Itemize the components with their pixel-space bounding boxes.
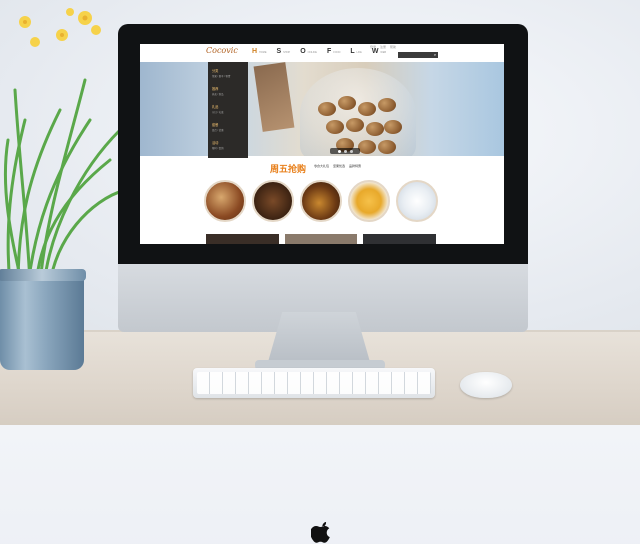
category-title: 套餐 <box>212 123 219 127</box>
hero-dot[interactable] <box>343 149 347 153</box>
nav-s-sub: SHOP <box>283 51 291 54</box>
walnut <box>366 122 384 136</box>
walnut <box>318 102 336 116</box>
hero-pagination <box>330 148 360 154</box>
hero-dot[interactable] <box>349 149 353 153</box>
walnut <box>338 96 356 110</box>
category-title: 活动 <box>212 141 219 145</box>
section-tags: 零食大礼包 坚果优选 品牌特惠 <box>314 164 361 168</box>
nav-w-sub: WEB <box>380 51 387 54</box>
section-tag[interactable]: 零食大礼包 <box>314 164 329 168</box>
thumbnail[interactable] <box>284 234 358 244</box>
category-item[interactable]: 活动 限时 / 促销 <box>212 140 246 150</box>
wooden-board <box>253 62 295 132</box>
monitor-stand <box>268 312 370 362</box>
top-link-login[interactable]: 登录 <box>370 45 376 49</box>
product-circle-chocolate[interactable] <box>252 180 294 222</box>
keyboard <box>193 368 435 398</box>
category-item[interactable]: 套餐 组合 / 优惠 <box>212 122 246 132</box>
walnut <box>378 98 396 112</box>
walnut <box>346 118 364 132</box>
walnut <box>358 140 376 154</box>
top-link-help[interactable]: 帮助 <box>390 45 396 49</box>
walnut <box>358 102 376 116</box>
nav-f-label: F <box>326 48 332 55</box>
walnut <box>326 120 344 134</box>
category-sub: 热卖 / 新品 <box>212 93 224 96</box>
nav-item-f[interactable]: F FOOD <box>327 48 340 55</box>
category-item[interactable]: 分类 坚果 / 果干 / 零食 <box>212 68 246 78</box>
nav-s-label: S <box>276 48 282 55</box>
nav-l-sub: LIFE <box>356 51 362 54</box>
section-tag[interactable]: 品牌特惠 <box>349 164 361 168</box>
nav-h-label: H <box>252 48 258 55</box>
search-icon[interactable]: ⌕ <box>432 52 438 58</box>
flower-pot <box>0 269 86 370</box>
category-title: 礼品 <box>212 105 219 109</box>
product-circle-nuts[interactable] <box>204 180 246 222</box>
site-logo[interactable]: Cocovic <box>206 46 238 55</box>
main-nav: H HOME S SHOP O ONLINE F FOOD L LIFE W W… <box>252 48 386 55</box>
potted-plant <box>0 0 130 380</box>
section-title: 周五抢购 <box>270 164 307 174</box>
keyboard-keys <box>197 372 431 394</box>
nav-item-l[interactable]: L LIFE <box>350 48 361 55</box>
nav-o-label: O <box>300 48 306 55</box>
nav-item-o[interactable]: O ONLINE <box>300 48 317 55</box>
thumbnail[interactable] <box>363 234 437 244</box>
nav-l-label: L <box>350 48 355 55</box>
nav-w-label: W <box>371 48 379 55</box>
hero-banner <box>140 62 504 156</box>
mouse <box>460 372 512 398</box>
top-links: 登录 注册 帮助 <box>370 45 396 49</box>
nav-o-sub: ONLINE <box>307 51 317 54</box>
category-menu: 分类 坚果 / 果干 / 零食 推荐 热卖 / 新品 礼品 节日 / 礼盒 套餐… <box>208 62 248 158</box>
walnut <box>384 120 402 134</box>
top-link-register[interactable]: 注册 <box>380 45 386 49</box>
walnut <box>378 140 396 154</box>
product-circle-candy[interactable] <box>396 180 438 222</box>
website-screen: Cocovic H HOME S SHOP O ONLINE F FOOD L … <box>140 44 504 244</box>
plant-leaves <box>3 8 127 287</box>
walnut-jar <box>300 68 416 156</box>
category-sub: 限时 / 促销 <box>212 147 224 150</box>
nav-f-sub: FOOD <box>333 51 341 54</box>
hero-dot[interactable] <box>337 149 341 153</box>
nav-item-s[interactable]: S SHOP <box>277 48 291 55</box>
category-item[interactable]: 礼品 节日 / 礼盒 <box>212 104 246 114</box>
section-tag[interactable]: 坚果优选 <box>333 164 345 168</box>
apple-logo-icon <box>311 522 330 543</box>
category-sub: 坚果 / 果干 / 零食 <box>212 75 231 78</box>
category-title: 推荐 <box>212 87 219 91</box>
category-item[interactable]: 推荐 热卖 / 新品 <box>212 86 246 96</box>
category-sub: 节日 / 礼盒 <box>212 111 224 114</box>
category-sub: 组合 / 优惠 <box>212 129 224 132</box>
nav-h-sub: HOME <box>259 51 267 54</box>
thumbnail[interactable] <box>206 234 279 244</box>
thumbnail-row <box>206 234 437 244</box>
product-circle-tea[interactable] <box>300 180 342 222</box>
site-header: Cocovic H HOME S SHOP O ONLINE F FOOD L … <box>140 44 504 62</box>
nav-item-w[interactable]: W WEB <box>372 48 386 55</box>
category-title: 分类 <box>212 69 219 73</box>
nav-item-h[interactable]: H HOME <box>252 48 267 55</box>
product-circle-fruit[interactable] <box>348 180 390 222</box>
product-circles <box>204 180 444 222</box>
